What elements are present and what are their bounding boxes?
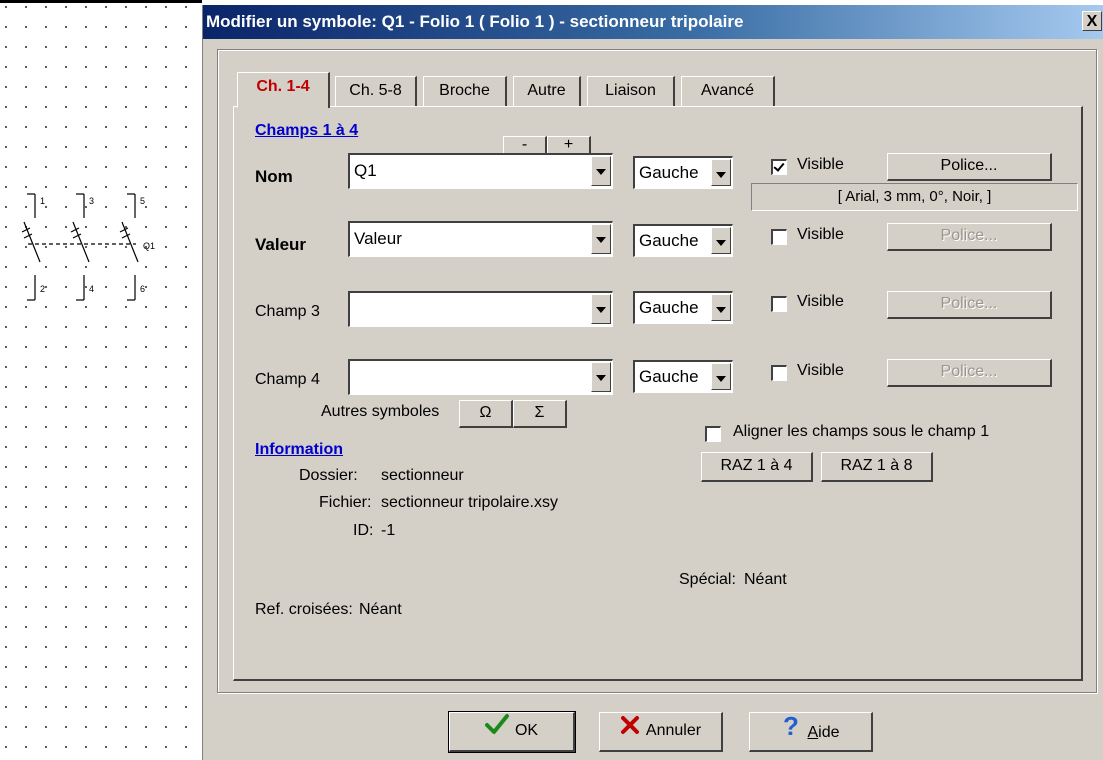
chevron-down-icon[interactable] xyxy=(591,224,611,254)
chevron-down-icon[interactable] xyxy=(711,294,731,321)
field-label-champ-3: Champ 3 xyxy=(255,303,320,320)
tab-broche[interactable]: Broche xyxy=(423,76,507,106)
help-button[interactable]: ? Aide xyxy=(749,711,873,753)
chevron-down-icon[interactable] xyxy=(711,227,731,254)
other-symbols-label: Autres symboles xyxy=(321,403,440,420)
checkmark-icon xyxy=(484,713,509,749)
help-question-icon: ? xyxy=(781,711,801,753)
chevron-down-icon[interactable] xyxy=(591,294,611,324)
nom-align-select[interactable]: Gauche xyxy=(633,156,733,189)
edit-symbol-dialog: Modifier un symbole: Q1 - Folio 1 ( Foli… xyxy=(202,5,1103,760)
align-fields-label: Aligner les champs sous le champ 1 xyxy=(733,423,990,440)
cross-ref-label: Ref. croisées: xyxy=(255,601,353,618)
close-button[interactable]: X xyxy=(1082,11,1102,31)
pin-label-2: 2 xyxy=(40,284,45,294)
pin-label-6: 6 xyxy=(140,284,145,294)
sigma-symbol-button[interactable]: Σ xyxy=(513,400,567,428)
champ-3-font-button[interactable]: Police... xyxy=(887,291,1052,319)
nom-visible-label: Visible xyxy=(797,156,844,173)
id-value: -1 xyxy=(381,522,396,539)
align-fields-checkbox[interactable] xyxy=(705,426,721,442)
champ-4-visible-label: Visible xyxy=(797,362,844,379)
pin-label-5: 5 xyxy=(140,196,145,206)
tab-ch-5-8[interactable]: Ch. 5-8 xyxy=(335,76,417,106)
fichier-value: sectionneur tripolaire.xsy xyxy=(381,494,558,511)
component-label: Q1 xyxy=(143,241,155,251)
dossier-value: sectionneur xyxy=(381,467,464,484)
field-label-nom: Nom xyxy=(255,167,293,186)
nom-visible-checkbox[interactable] xyxy=(771,159,787,175)
dialog-titlebar[interactable]: Modifier un symbole: Q1 - Folio 1 ( Foli… xyxy=(203,5,1103,39)
nom-font-button[interactable]: Police... xyxy=(887,153,1052,181)
ok-button[interactable]: OK xyxy=(448,711,576,753)
chevron-down-icon[interactable] xyxy=(711,159,731,186)
valeur-align-select[interactable]: Gauche xyxy=(633,224,733,257)
close-icon: X xyxy=(1086,13,1098,30)
information-heading[interactable]: Information xyxy=(255,441,343,459)
cross-ref-value: Néant xyxy=(359,601,402,618)
pin-label-4: 4 xyxy=(89,284,94,294)
reset-1-4-button[interactable]: RAZ 1 à 4 xyxy=(701,452,813,482)
chevron-down-icon[interactable] xyxy=(711,363,731,390)
dialog-title: Modifier un symbole: Q1 - Folio 1 ( Foli… xyxy=(206,12,744,31)
champ-4-font-button[interactable]: Police... xyxy=(887,359,1052,387)
valeur-visible-label: Visible xyxy=(797,226,844,243)
champ-3-align-select[interactable]: Gauche xyxy=(633,291,733,324)
id-label: ID: xyxy=(353,522,374,539)
tab-liaison[interactable]: Liaison xyxy=(587,76,675,106)
champ-3-combobox[interactable] xyxy=(348,291,613,327)
pin-label-3: 3 xyxy=(89,196,94,206)
cross-icon xyxy=(620,713,640,749)
field-label-valeur: Valeur xyxy=(255,235,307,254)
valeur-combobox[interactable]: Valeur xyxy=(348,221,613,257)
svg-text:?: ? xyxy=(783,713,799,739)
reset-1-8-button[interactable]: RAZ 1 à 8 xyxy=(821,452,933,482)
champ-3-visible-checkbox[interactable] xyxy=(771,296,787,312)
chevron-down-icon[interactable] xyxy=(591,156,611,186)
switch-symbol-drawing[interactable]: 1 3 5 2 4 6 Q1 xyxy=(0,0,202,760)
omega-symbol-button[interactable]: Ω xyxy=(459,400,513,428)
chevron-down-icon[interactable] xyxy=(591,362,611,392)
pin-label-1: 1 xyxy=(40,196,45,206)
valeur-font-button[interactable]: Police... xyxy=(887,223,1052,251)
nom-combobox[interactable]: Q1 xyxy=(348,153,613,189)
cancel-button[interactable]: Annuler xyxy=(599,712,723,752)
valeur-visible-checkbox[interactable] xyxy=(771,229,787,245)
field-label-champ-4: Champ 4 xyxy=(255,371,320,388)
special-value: Néant xyxy=(744,571,787,588)
dossier-label: Dossier: xyxy=(299,467,358,484)
champ-4-visible-checkbox[interactable] xyxy=(771,365,787,381)
tab-avance[interactable]: Avancé xyxy=(681,76,775,106)
nom-value: Q1 xyxy=(354,161,377,180)
tab-ch-1-4[interactable]: Ch. 1-4 xyxy=(237,72,330,108)
fichier-label: Fichier: xyxy=(319,494,372,511)
drawing-canvas[interactable]: 1 3 5 2 4 6 Q1 xyxy=(0,0,202,760)
nom-font-info: [ Arial, 3 mm, 0°, Noir, ] xyxy=(751,183,1078,211)
special-label: Spécial: xyxy=(679,571,736,588)
champ-3-visible-label: Visible xyxy=(797,293,844,310)
tab-autre[interactable]: Autre xyxy=(513,76,581,106)
champ-4-combobox[interactable] xyxy=(348,359,613,395)
champ-4-align-select[interactable]: Gauche xyxy=(633,360,733,393)
fields-section-heading[interactable]: Champs 1 à 4 xyxy=(255,122,358,140)
valeur-value: Valeur xyxy=(354,229,402,248)
